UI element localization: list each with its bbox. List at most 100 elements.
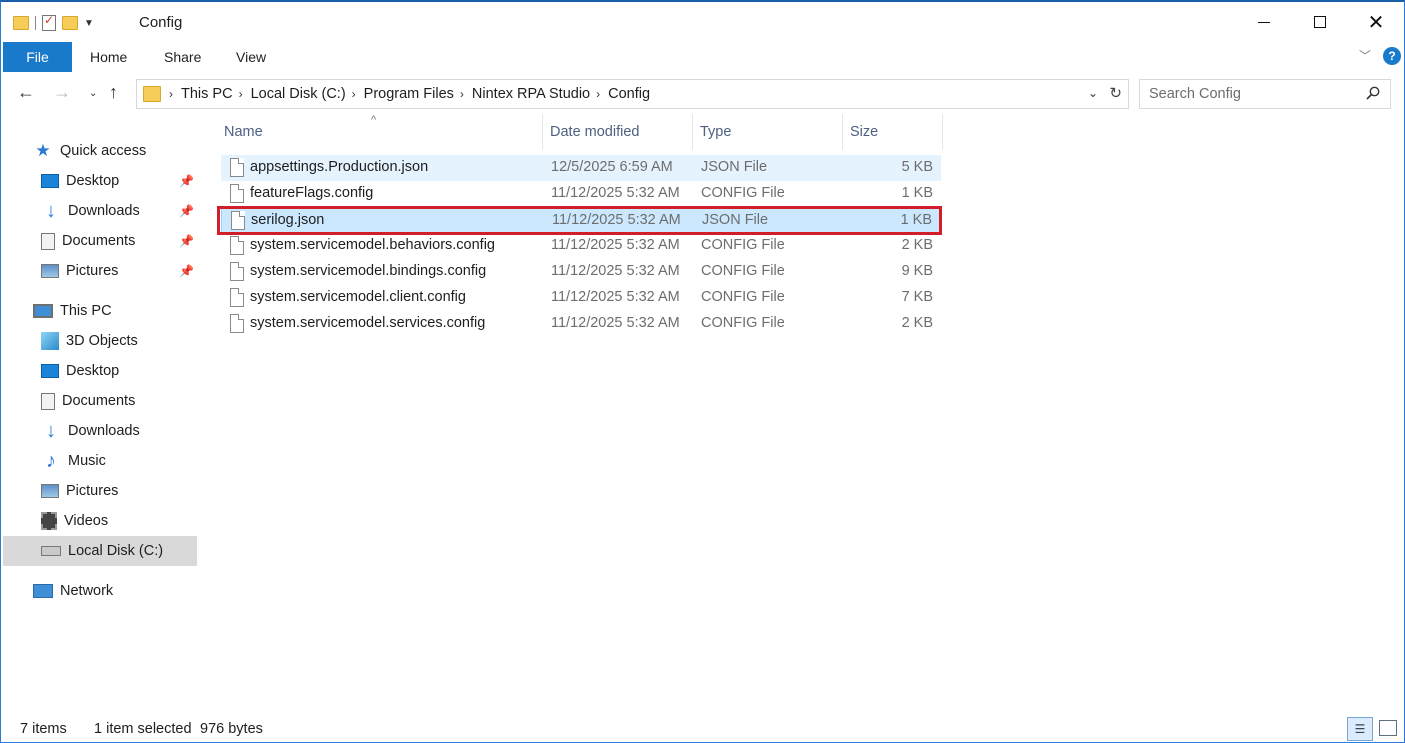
large-icons-view-icon[interactable] bbox=[1379, 720, 1397, 736]
file-size: 1 KB bbox=[901, 185, 933, 201]
column-header-date-modified[interactable]: Date modified bbox=[543, 114, 693, 150]
breadcrumb-config[interactable]: Config bbox=[608, 86, 650, 102]
folder-icon bbox=[13, 16, 29, 30]
file-row[interactable]: featureFlags.config 11/12/2025 5:32 AM C… bbox=[221, 181, 941, 207]
chevron-right-icon[interactable]: › bbox=[352, 87, 356, 101]
star-icon: ★ bbox=[35, 141, 51, 160]
details-view-icon[interactable]: ☰ bbox=[1347, 717, 1373, 741]
help-icon[interactable]: ? bbox=[1383, 47, 1401, 65]
status-bar: 7 items 1 item selected 976 bytes ☰ bbox=[1, 714, 1404, 743]
file-row[interactable]: system.servicemodel.behaviors.config 11/… bbox=[221, 233, 941, 259]
title-bar: ▼ Config ✕ bbox=[1, 2, 1404, 42]
breadcrumb-program-files[interactable]: Program Files bbox=[364, 86, 454, 102]
quick-access-toolbar: ▼ bbox=[13, 12, 94, 34]
desktop-icon bbox=[41, 174, 59, 188]
sidebar-item-videos[interactable]: Videos bbox=[41, 506, 108, 536]
chevron-right-icon[interactable]: › bbox=[596, 87, 600, 101]
chevron-right-icon[interactable]: › bbox=[460, 87, 464, 101]
search-input[interactable] bbox=[1140, 80, 1350, 108]
pin-icon[interactable]: 📌 bbox=[179, 204, 194, 218]
back-arrow-icon[interactable]: ← bbox=[17, 82, 35, 103]
sidebar-item-this-pc[interactable]: This PC bbox=[33, 296, 112, 326]
refresh-icon[interactable]: ↻ bbox=[1109, 84, 1122, 102]
sidebar-item-label: Desktop bbox=[66, 173, 120, 189]
sidebar-item-pictures[interactable]: Pictures bbox=[41, 476, 118, 506]
address-dropdown-icon[interactable]: ⌄ bbox=[1088, 86, 1098, 100]
search-icon[interactable] bbox=[1366, 86, 1380, 100]
window-title: Config bbox=[139, 14, 183, 31]
sidebar-item-quick-access[interactable]: ★ Quick access bbox=[33, 136, 146, 166]
close-icon: ✕ bbox=[1367, 11, 1385, 34]
sidebar-item-label: 3D Objects bbox=[66, 333, 138, 349]
explorer-window: ▼ Config ✕ File Home Share View ﹀ ? ← → … bbox=[0, 0, 1405, 743]
minimize-button[interactable] bbox=[1237, 2, 1291, 42]
file-type: CONFIG File bbox=[701, 315, 785, 331]
sidebar-item-3d-objects[interactable]: 3D Objects bbox=[41, 326, 138, 356]
tab-view[interactable]: View bbox=[236, 49, 266, 65]
toolbar-divider bbox=[35, 16, 36, 30]
selection-size: 976 bytes bbox=[200, 721, 263, 737]
sidebar-item-documents[interactable]: Documents bbox=[41, 226, 135, 256]
sidebar-item-pictures[interactable]: Pictures bbox=[41, 256, 118, 286]
breadcrumb-local-disk[interactable]: Local Disk (C:) bbox=[251, 86, 346, 102]
tab-file[interactable]: File bbox=[3, 42, 72, 72]
minimize-icon bbox=[1258, 21, 1270, 23]
file-icon bbox=[230, 184, 244, 203]
pin-icon[interactable]: 📌 bbox=[179, 234, 194, 248]
forward-arrow-icon[interactable]: → bbox=[53, 82, 71, 103]
maximize-icon bbox=[1314, 16, 1326, 28]
file-row[interactable]: system.servicemodel.services.config 11/1… bbox=[221, 311, 941, 337]
sidebar-item-local-disk[interactable]: Local Disk (C:) bbox=[3, 536, 197, 566]
desktop-icon bbox=[41, 364, 59, 378]
file-row[interactable]: appsettings.Production.json 12/5/2025 6:… bbox=[221, 155, 941, 181]
breadcrumb-nintex-rpa-studio[interactable]: Nintex RPA Studio bbox=[472, 86, 590, 102]
file-icon bbox=[230, 262, 244, 281]
close-button[interactable]: ✕ bbox=[1349, 2, 1403, 42]
file-type: JSON File bbox=[701, 159, 768, 175]
file-row[interactable]: system.servicemodel.client.config 11/12/… bbox=[221, 285, 941, 311]
column-header-name[interactable]: Name bbox=[217, 114, 543, 150]
document-icon bbox=[41, 232, 55, 250]
new-folder-icon[interactable] bbox=[62, 16, 78, 30]
3d-objects-icon bbox=[41, 332, 59, 350]
file-name: system.servicemodel.behaviors.config bbox=[250, 237, 495, 253]
file-row-selected[interactable]: serilog.json 11/12/2025 5:32 AM JSON Fil… bbox=[221, 207, 941, 233]
tab-home[interactable]: Home bbox=[90, 49, 127, 65]
file-size: 5 KB bbox=[901, 159, 933, 175]
chevron-right-icon[interactable]: › bbox=[169, 87, 173, 101]
column-header-size[interactable]: Size bbox=[843, 114, 943, 150]
sidebar-item-label: Music bbox=[68, 453, 106, 469]
search-box[interactable] bbox=[1139, 79, 1391, 109]
pin-icon[interactable]: 📌 bbox=[179, 264, 194, 278]
recent-locations-icon[interactable]: ⌄ bbox=[89, 88, 97, 99]
chevron-right-icon[interactable]: › bbox=[239, 87, 243, 101]
file-size: 2 KB bbox=[901, 315, 933, 331]
sort-ascending-icon: ^ bbox=[371, 114, 377, 126]
customize-toolbar-icon[interactable]: ▼ bbox=[84, 18, 94, 29]
sidebar-item-documents[interactable]: Documents bbox=[41, 386, 135, 416]
document-icon bbox=[41, 392, 55, 410]
sidebar-item-downloads[interactable]: ↓ Downloads bbox=[41, 416, 140, 446]
sidebar-item-downloads[interactable]: ↓ Downloads bbox=[41, 196, 140, 226]
breadcrumb-this-pc[interactable]: This PC bbox=[181, 86, 233, 102]
sidebar-item-desktop[interactable]: Desktop bbox=[41, 356, 119, 386]
column-header-type[interactable]: Type bbox=[693, 114, 843, 150]
address-bar[interactable]: › This PC › Local Disk (C:) › Program Fi… bbox=[136, 79, 1129, 109]
file-name: appsettings.Production.json bbox=[250, 159, 429, 175]
properties-icon[interactable] bbox=[42, 13, 56, 31]
sidebar-item-network[interactable]: Network bbox=[33, 576, 113, 606]
file-date: 11/12/2025 5:32 AM bbox=[551, 185, 680, 201]
file-date: 11/12/2025 5:32 AM bbox=[551, 289, 680, 305]
sidebar-item-music[interactable]: ♪ Music bbox=[41, 446, 106, 476]
file-size: 2 KB bbox=[901, 237, 933, 253]
file-icon bbox=[230, 236, 244, 255]
tab-share[interactable]: Share bbox=[164, 49, 201, 65]
sidebar-item-desktop[interactable]: Desktop bbox=[41, 166, 119, 196]
up-arrow-icon[interactable]: ↑ bbox=[109, 82, 118, 103]
maximize-button[interactable] bbox=[1293, 2, 1347, 42]
sidebar-item-label: Local Disk (C:) bbox=[68, 543, 164, 559]
file-row[interactable]: system.servicemodel.bindings.config 11/1… bbox=[221, 259, 941, 285]
expand-ribbon-icon[interactable]: ﹀ bbox=[1359, 47, 1371, 64]
pin-icon[interactable]: 📌 bbox=[179, 174, 194, 188]
sidebar-item-label: This PC bbox=[60, 303, 112, 319]
